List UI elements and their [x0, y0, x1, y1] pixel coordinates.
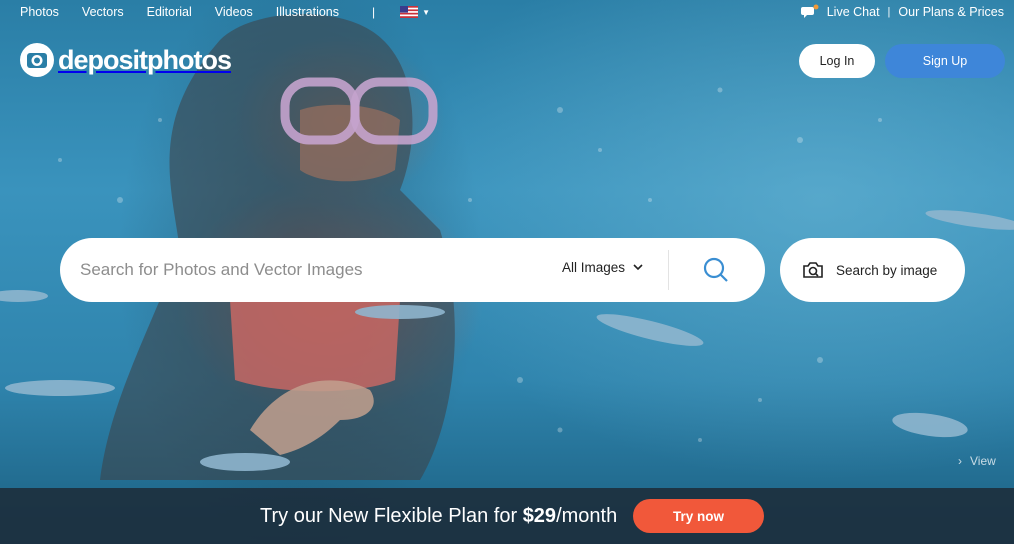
- chevron-down-icon: ▼: [422, 7, 431, 17]
- top-nav: Photos Vectors Editorial Videos Illustra…: [20, 4, 430, 20]
- promo-text: Try our New Flexible Plan for $29/month: [260, 505, 617, 528]
- us-flag-icon: [400, 6, 419, 18]
- image-type-select[interactable]: All Images: [562, 260, 643, 275]
- depositphotos-logo[interactable]: depositphotos: [19, 42, 232, 78]
- chevron-right-icon: ›: [958, 454, 962, 468]
- chevron-down-icon: [633, 264, 643, 271]
- search-divider: [668, 250, 669, 290]
- language-selector[interactable]: ▼: [400, 6, 430, 18]
- promo-text-after: /month: [556, 505, 618, 527]
- camera-logo-icon: [20, 43, 54, 77]
- nav-item-illustrations[interactable]: Illustrations: [276, 5, 339, 19]
- promo-price: $29: [522, 505, 557, 527]
- login-button[interactable]: Log In: [799, 44, 875, 78]
- nav-item-editorial[interactable]: Editorial: [147, 5, 192, 19]
- view-photo-link[interactable]: › View: [958, 454, 996, 468]
- nav-item-vectors[interactable]: Vectors: [82, 5, 124, 19]
- top-right-separator: |: [887, 6, 891, 18]
- plans-prices-link[interactable]: Our Plans & Prices: [898, 5, 1004, 19]
- try-now-button[interactable]: Try now: [633, 499, 764, 533]
- logo-text: depositphotos: [58, 44, 232, 75]
- search-by-image-button[interactable]: Search by image: [780, 238, 965, 302]
- search-button[interactable]: [696, 252, 736, 288]
- promo-bar: Try our New Flexible Plan for $29/month …: [0, 488, 1014, 544]
- camera-search-icon: [803, 262, 823, 278]
- chat-icon: [800, 4, 819, 18]
- search-icon: [703, 257, 728, 282]
- view-label: View: [970, 454, 996, 468]
- image-type-selected: All Images: [562, 260, 626, 275]
- search-by-image-label: Search by image: [836, 262, 938, 278]
- nav-item-photos[interactable]: Photos: [20, 5, 59, 19]
- nav-separator: |: [372, 5, 376, 19]
- search-bar: All Images: [60, 238, 765, 302]
- nav-item-videos[interactable]: Videos: [215, 5, 253, 19]
- signup-button[interactable]: Sign Up: [885, 44, 1005, 78]
- top-right-links: Live Chat | Our Plans & Prices: [800, 4, 1004, 20]
- search-input[interactable]: [80, 260, 550, 280]
- live-chat-link[interactable]: Live Chat: [827, 5, 880, 19]
- promo-text-before: Try our New Flexible Plan for: [260, 505, 523, 527]
